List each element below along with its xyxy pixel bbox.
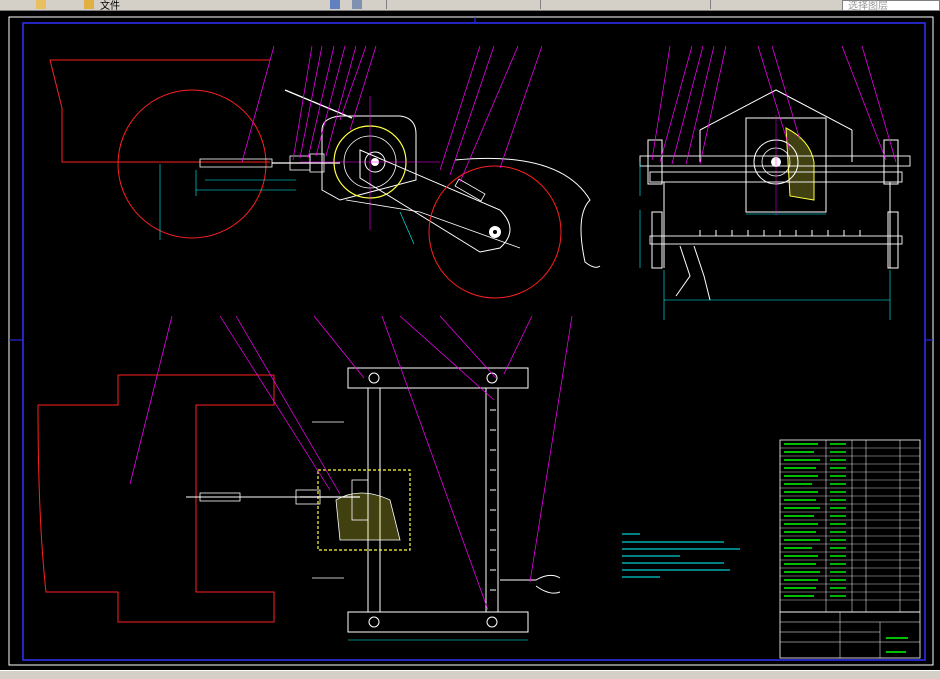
side-view [639, 89, 911, 320]
layer-icon[interactable] [330, 0, 340, 9]
tab-3[interactable] [710, 0, 836, 9]
tab-1[interactable] [386, 0, 537, 9]
tractor-wheel [117, 89, 267, 239]
open-icon[interactable] [36, 0, 46, 9]
front-view-leaders [241, 45, 543, 183]
top-view [37, 367, 561, 641]
cad-drawing-canvas[interactable] [0, 10, 940, 670]
title-block [779, 611, 921, 659]
tab-2[interactable] [540, 0, 706, 9]
technical-notes [622, 533, 740, 578]
bom-table [779, 439, 921, 613]
side-view-leaders [651, 45, 897, 165]
front-view [49, 59, 601, 299]
properties-icon[interactable] [352, 0, 362, 9]
folder-icon[interactable] [84, 0, 94, 9]
